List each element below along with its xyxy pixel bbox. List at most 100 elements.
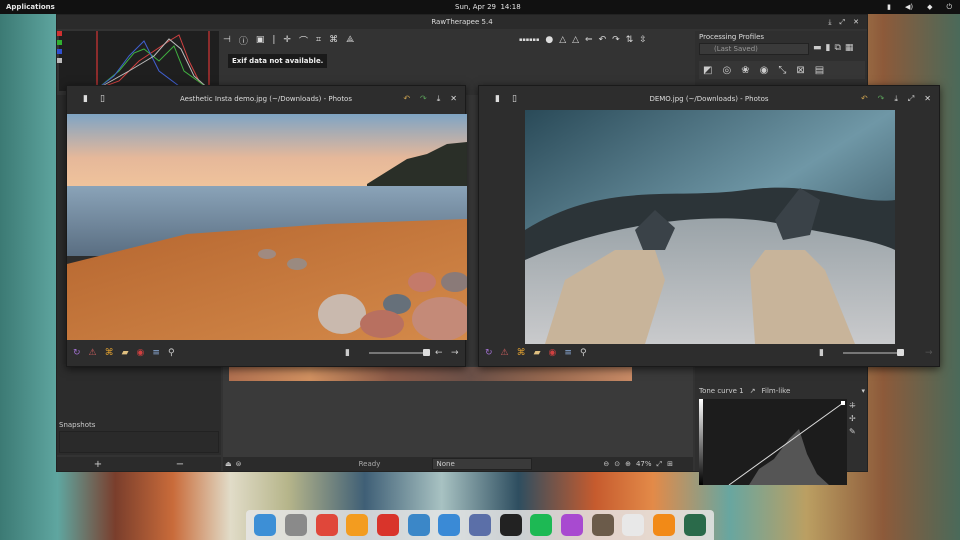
spotify-icon[interactable] [530,514,553,536]
paste-profile-icon[interactable]: ▦ [845,43,854,53]
chevron-down-icon[interactable]: ▾ [861,387,865,395]
zoom-slider-knob[interactable] [897,349,904,356]
flip-icon[interactable]: ⇅ [626,35,634,45]
zoom-slider[interactable] [843,352,897,354]
zoom-slider[interactable] [369,352,423,354]
warning-icon-2[interactable]: △ [572,35,579,45]
straighten-icon[interactable]: ⟁ [346,35,354,45]
curve-type-icon[interactable]: ↗ [750,387,756,395]
tab-metadata-icon[interactable]: ▤ [815,65,824,76]
power-icon[interactable]: ⏻ [946,3,952,12]
tag-icon[interactable]: ⚲ [168,348,175,358]
rawtherapee-icon[interactable] [683,514,706,536]
redeye-icon[interactable]: ◉ [137,348,145,358]
download-icon[interactable]: ⤓ [437,94,441,104]
sticker-icon[interactable]: ▰ [534,348,541,358]
color-picker-icon[interactable] [560,514,583,536]
info-icon[interactable]: ⓘ [239,34,248,47]
save-icon[interactable]: ⏏ [225,460,232,468]
tab-transform-icon[interactable]: ⤡ [778,65,786,76]
videos-icon[interactable] [376,514,399,536]
maximize-icon[interactable]: ⤢ [840,15,846,29]
vlc-icon[interactable] [652,514,675,536]
back-icon[interactable]: ⇐ [585,35,593,45]
before-after-icon[interactable]: ▣ [256,35,265,45]
profile-select[interactable]: None [431,458,532,470]
undo-icon[interactable]: ↶ [403,94,410,104]
adjust-icon[interactable]: ≡ [564,348,572,358]
back-arrow-icon[interactable]: ← [435,348,443,358]
tab-raw-icon[interactable]: ⊠ [796,65,804,76]
settings-toggle-icon[interactable] [438,514,461,536]
zoom-out-button[interactable]: ▮ [819,348,824,358]
green-channel-toggle[interactable] [57,40,62,45]
text-editor-icon[interactable] [622,514,645,536]
rotate-right-icon[interactable]: ↷ [612,35,620,45]
hide-panel-icon[interactable]: ⊣ [223,35,231,45]
preview-swatch[interactable]: ▪▪▪▪▪▪ [519,37,539,43]
tab-detail-icon[interactable]: ◎ [722,65,731,76]
copy-profile-icon[interactable]: ⧉ [834,43,840,53]
detail-window-icon[interactable]: ⊞ [667,460,673,468]
zoom-in-icon[interactable]: ⊕ [625,460,631,468]
appcenter-icon[interactable] [468,514,491,536]
multitasking-view-icon[interactable] [254,514,277,536]
download-icon[interactable]: ⤓ [894,94,898,104]
redo-icon[interactable]: ↷ [420,94,427,104]
files-icon[interactable] [284,514,307,536]
rotate-icon[interactable]: ↻ [73,348,81,358]
maximize-icon[interactable]: ⤢ [908,94,914,104]
close-icon[interactable]: ✕ [924,94,931,104]
queue-icon[interactable]: ⊜ [236,460,242,468]
crop-icon[interactable]: ⌘ [517,348,526,358]
add-snapshot-button[interactable]: + [94,459,102,470]
color-picker-icon[interactable]: ⌗ [316,35,321,45]
music-icon[interactable] [346,514,369,536]
crop-icon[interactable]: ⌘ [105,348,114,358]
tab-advanced-icon[interactable]: ◉ [760,65,769,76]
flip-vertical-icon[interactable]: ⇳ [639,35,647,45]
zoom-fit-icon[interactable]: ⊙ [614,460,620,468]
eyedropper-icon[interactable]: ✎ [849,427,856,436]
warning-icon[interactable]: △ [559,35,566,45]
forward-arrow-icon[interactable]: → [451,348,459,358]
network-icon[interactable]: ◆ [927,3,932,12]
download-icon[interactable]: ⤓ [828,15,831,29]
processing-profile-combo[interactable]: (Last Saved) [699,43,809,55]
remove-snapshot-button[interactable]: − [176,459,184,470]
applications-menu[interactable]: Applications [6,3,55,11]
tab-exposure-icon[interactable]: ◩ [703,65,712,76]
tab-color-icon[interactable]: ❀ [741,65,749,76]
zoom-out-icon[interactable]: ⊖ [603,460,609,468]
auto-enhance-icon[interactable]: ⚠ [501,348,509,358]
open-profile-icon[interactable]: ▬ [813,43,822,53]
redeye-icon[interactable]: ◉ [549,348,557,358]
fullscreen-icon[interactable]: ⤢ [657,460,663,469]
focus-mask-icon[interactable]: ● [545,35,553,45]
tag-icon[interactable]: ⚲ [580,348,587,358]
luma-channel-toggle[interactable] [57,58,62,63]
snapshots-list[interactable] [59,431,219,453]
gimp-icon[interactable] [591,514,614,536]
blue-channel-toggle[interactable] [57,49,62,54]
notifications-icon[interactable]: ▮ [887,3,891,12]
zoom-out-button[interactable]: ▮ [345,348,350,358]
save-profile-icon[interactable]: ▮ [826,43,831,53]
red-channel-toggle[interactable] [57,31,62,36]
curve-mode-select[interactable]: Film-like [762,387,791,395]
close-icon[interactable]: ✕ [853,15,859,29]
forward-arrow-icon[interactable]: → [925,348,933,358]
undo-icon[interactable]: ↶ [861,94,868,104]
white-balance-icon[interactable]: ⌒ [299,34,308,47]
sticker-icon[interactable]: ▰ [122,348,129,358]
terminal-icon[interactable] [499,514,522,536]
redo-icon[interactable]: ↷ [878,94,885,104]
rotate-icon[interactable]: ↻ [485,348,493,358]
auto-enhance-icon[interactable]: ⚠ [89,348,97,358]
close-icon[interactable]: ✕ [450,94,457,104]
zoom-slider-knob[interactable] [423,349,430,356]
crop-tool-icon[interactable]: ⌘ [329,35,338,45]
hand-tool-icon[interactable]: ✛ [283,35,291,45]
sound-icon[interactable]: ◀) [905,3,913,12]
tone-curve-editor[interactable] [699,399,847,486]
